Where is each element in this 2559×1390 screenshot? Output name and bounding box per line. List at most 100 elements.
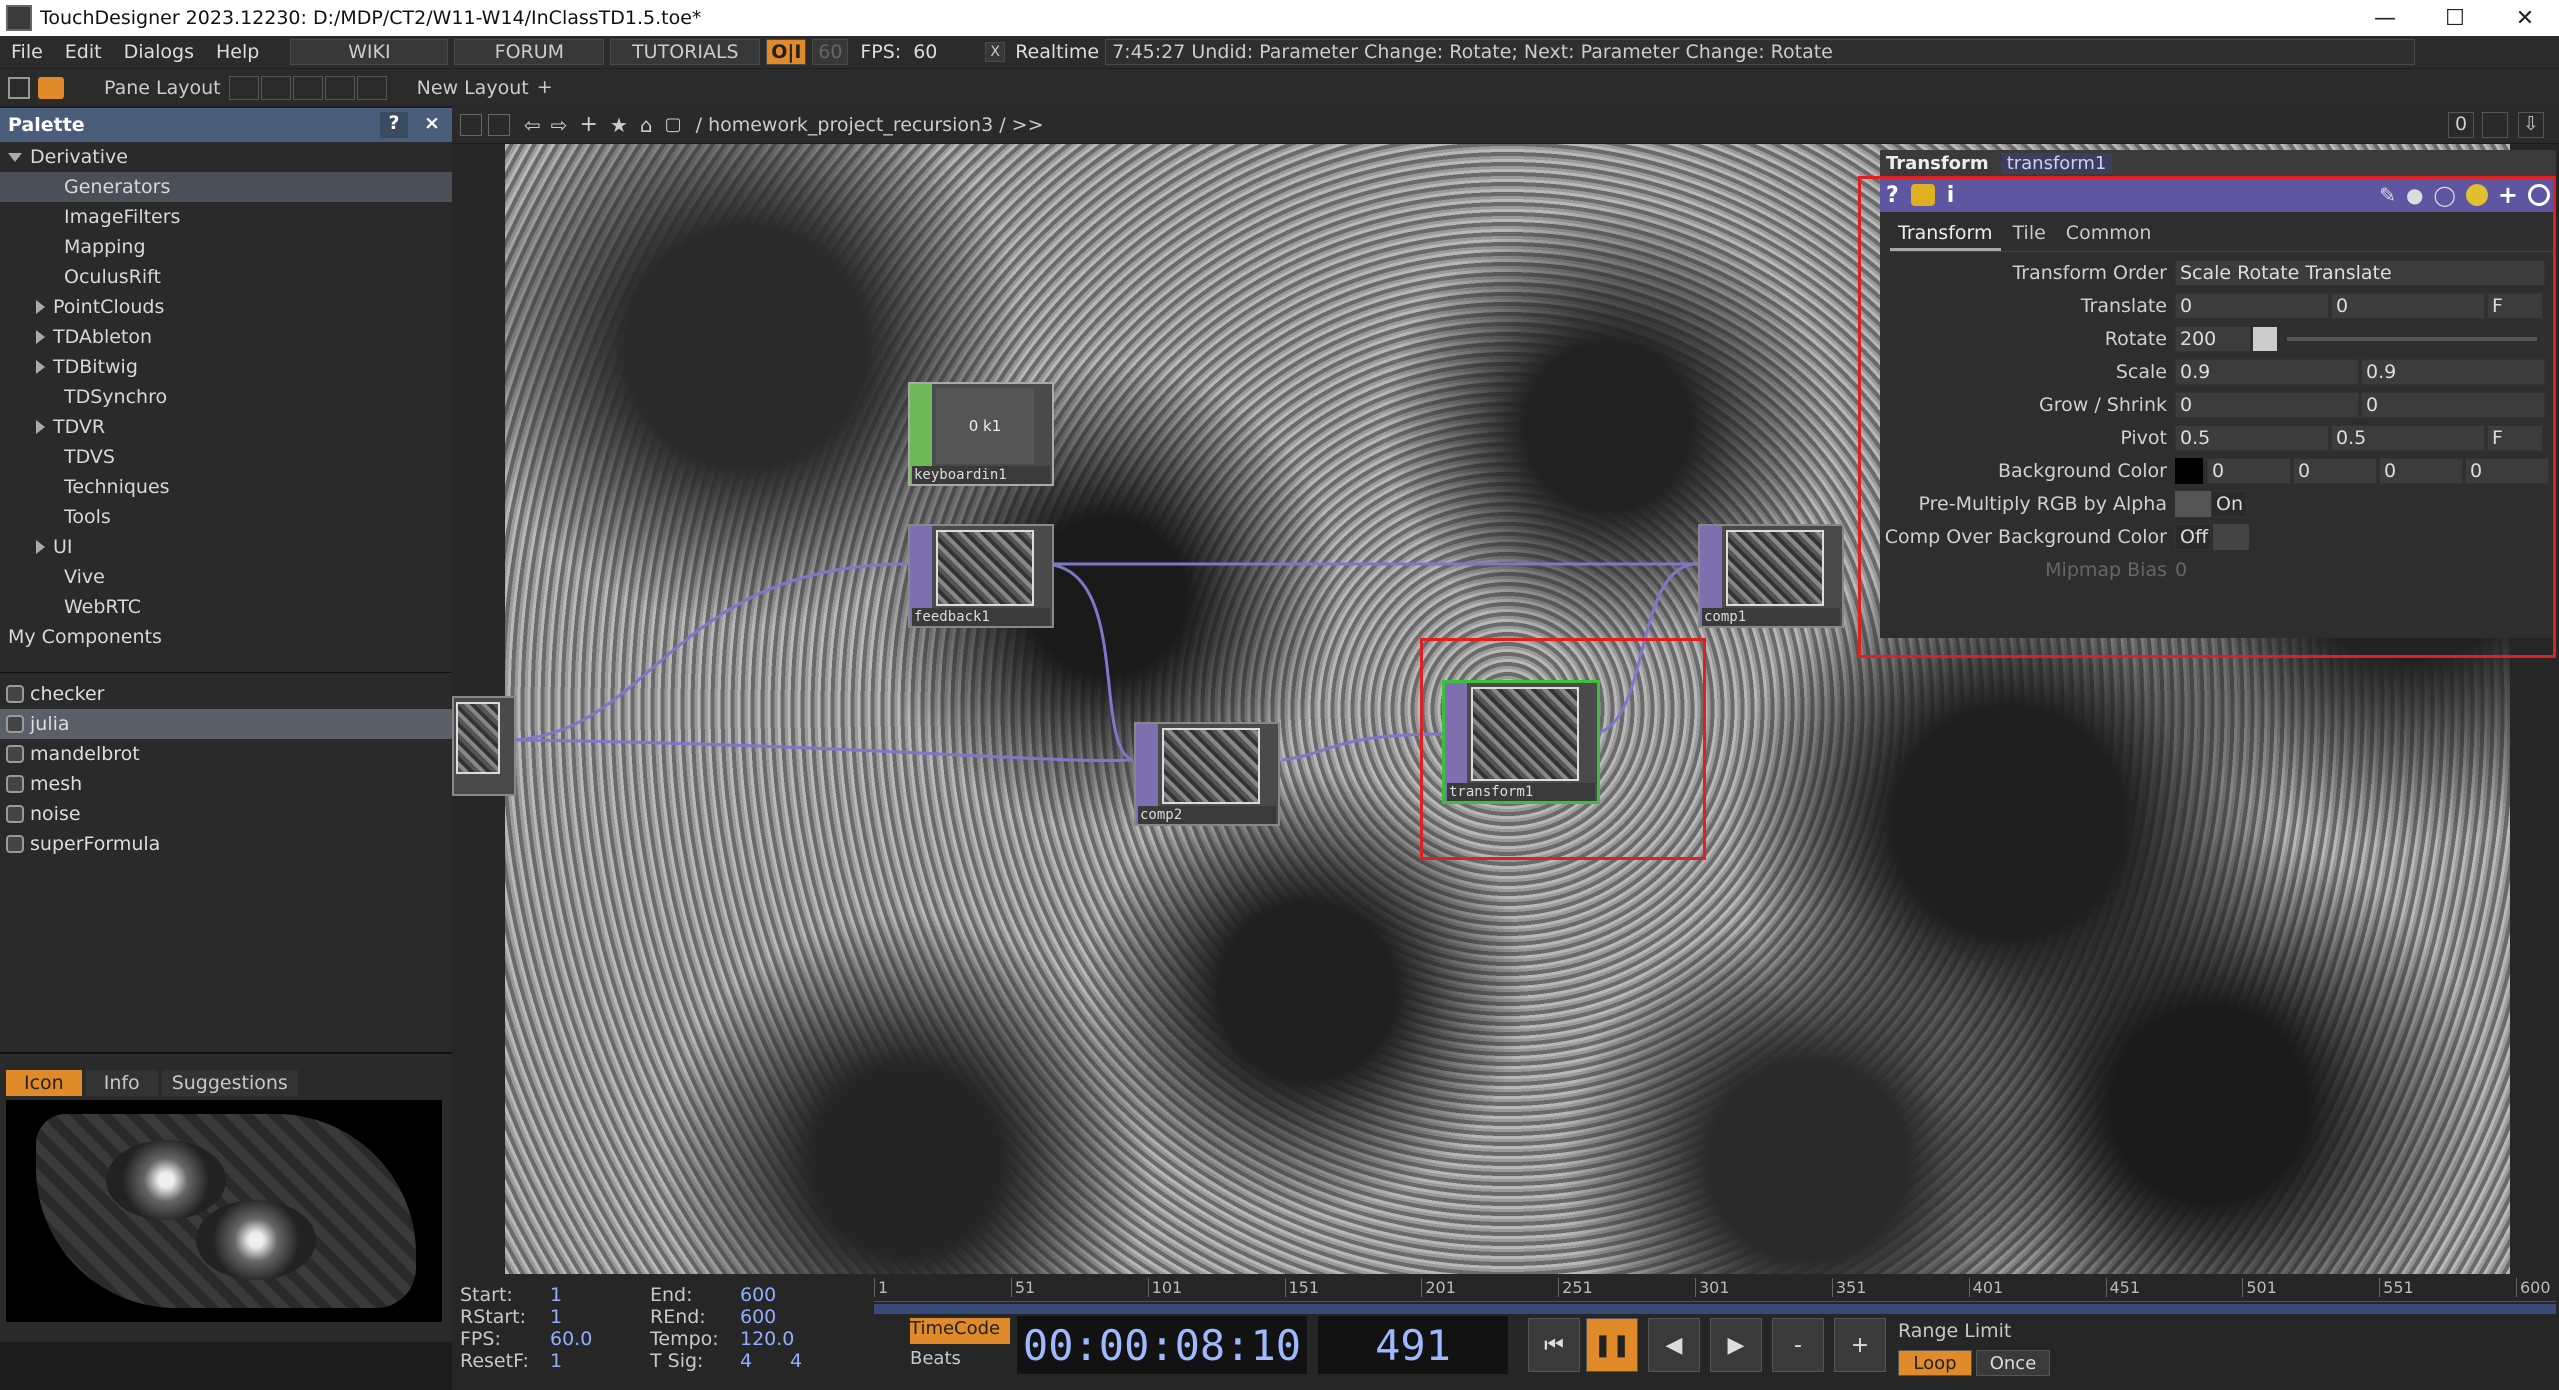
stop-icon[interactable]	[488, 113, 510, 136]
home-icon[interactable]: ⌂	[640, 113, 653, 137]
frame-display[interactable]: 491	[1318, 1316, 1508, 1374]
step-forward-button[interactable]: ▶	[1710, 1318, 1762, 1372]
start-value[interactable]: 1	[550, 1284, 650, 1306]
expand-arrow-icon[interactable]	[36, 420, 45, 434]
component-superformula[interactable]: superFormula	[0, 829, 452, 859]
palette-item-vive[interactable]: Vive	[0, 562, 452, 592]
palette-item-tools[interactable]: Tools	[0, 502, 452, 532]
palette-close-button[interactable]: ×	[418, 112, 446, 138]
palette-item-mapping[interactable]: Mapping	[0, 232, 452, 262]
resetf-value[interactable]: 1	[550, 1350, 650, 1372]
wiki-button[interactable]: WIKI	[290, 39, 449, 65]
ruler-tick: 551	[2379, 1278, 2414, 1297]
network-path[interactable]: / homework_project_recursion3 / >>	[696, 114, 1044, 136]
expand-arrow-icon[interactable]	[36, 330, 45, 344]
menu-dialogs[interactable]: Dialogs	[113, 41, 205, 63]
param-op-name[interactable]: transform1	[2000, 152, 2113, 174]
realtime-checkbox[interactable]: X	[985, 42, 1006, 62]
layout-quad-icon[interactable]	[356, 75, 387, 100]
component-checker[interactable]: checker	[0, 679, 452, 709]
minimize-icon[interactable]: —	[2355, 0, 2415, 36]
end-value[interactable]: 600	[740, 1284, 776, 1306]
expand-arrow-icon[interactable]	[36, 300, 45, 314]
component-mandelbrot[interactable]: mandelbrot	[0, 739, 452, 769]
component-julia[interactable]: julia	[0, 709, 452, 739]
view-icon[interactable]: ▢	[665, 114, 682, 135]
tab-info[interactable]: Info	[85, 1070, 158, 1096]
maximize-icon[interactable]: ☐	[2425, 0, 2485, 36]
collapse-arrow-icon[interactable]	[8, 152, 22, 162]
once-button[interactable]: Once	[1976, 1350, 2050, 1376]
add-op-icon[interactable]: +	[580, 112, 598, 137]
tempo-value[interactable]: 120.0	[740, 1328, 794, 1350]
rstart-value[interactable]: 1	[550, 1306, 650, 1328]
palette-item-label: Derivative	[30, 146, 128, 168]
network-zero-button[interactable]: 0	[2448, 112, 2474, 138]
feedback1-node[interactable]: feedback1	[908, 524, 1054, 628]
timeline-range-bar[interactable]	[874, 1304, 2556, 1314]
close-window-icon[interactable]: ✕	[2495, 0, 2555, 36]
tab-suggestions[interactable]: Suggestions	[161, 1070, 298, 1096]
palette-item-ui[interactable]: UI	[0, 532, 452, 562]
menu-file[interactable]: File	[0, 41, 54, 63]
component-mesh[interactable]: mesh	[0, 769, 452, 799]
palette-item-derivative[interactable]: Derivative	[0, 142, 452, 172]
keyboardin1-node[interactable]: 0 k1 keyboardin1	[908, 382, 1054, 486]
download-icon[interactable]: ⇩	[2518, 112, 2544, 138]
palette-item-my-components[interactable]: My Components	[0, 622, 452, 652]
layout-triple-icon[interactable]	[324, 75, 355, 100]
tsig-den[interactable]: 4	[790, 1350, 802, 1372]
fps-label: FPS:	[860, 41, 902, 63]
layout-split-v-icon[interactable]	[260, 75, 291, 100]
palette-item-oculusrift[interactable]: OculusRift	[0, 262, 452, 292]
bookmark-icon[interactable]: ★	[610, 113, 628, 137]
palette-item-tdbitwig[interactable]: TDBitwig	[0, 352, 452, 382]
component-noise[interactable]: noise	[0, 799, 452, 829]
step-back-button[interactable]: ◀	[1648, 1318, 1700, 1372]
expand-arrow-icon[interactable]	[36, 540, 45, 554]
palette-title: Palette	[8, 114, 85, 136]
pane-icon[interactable]	[8, 76, 30, 99]
back-icon[interactable]: ⇦	[524, 113, 541, 137]
palette-item-tdsynchro[interactable]: TDSynchro	[0, 382, 452, 412]
loop-button[interactable]: Loop	[1898, 1350, 1972, 1376]
timeline-ruler[interactable]: 1 51 101 151 201 251 301 351 401 451 501 551 600	[874, 1276, 2556, 1302]
perform-icon[interactable]	[38, 76, 64, 99]
palette-item-generators[interactable]: Generators	[0, 172, 452, 202]
tsig-num[interactable]: 4	[740, 1350, 790, 1372]
layout-single-icon[interactable]	[228, 75, 259, 100]
menu-dropdown-icon[interactable]	[460, 113, 482, 136]
fps-limit-button[interactable]: 60	[812, 39, 849, 65]
comp2-node[interactable]: comp2	[1134, 722, 1280, 826]
forum-button[interactable]: FORUM	[454, 39, 605, 65]
palette-item-webrtc[interactable]: WebRTC	[0, 592, 452, 622]
palette-help-button[interactable]: ?	[380, 112, 408, 138]
zoom-in-button[interactable]: +	[1834, 1318, 1886, 1372]
menu-edit[interactable]: Edit	[54, 41, 113, 63]
julia-node[interactable]	[452, 696, 516, 796]
maximize-pane-icon[interactable]	[2482, 112, 2508, 138]
timecode-display[interactable]: 00:00:08:10	[1017, 1316, 1307, 1374]
tab-icon[interactable]: Icon	[6, 1070, 82, 1096]
new-layout-button[interactable]: +	[537, 76, 563, 100]
forward-icon[interactable]: ⇨	[551, 113, 568, 137]
palette-item-tdvr[interactable]: TDVR	[0, 412, 452, 442]
tutorials-button[interactable]: TUTORIALS	[610, 39, 761, 65]
palette-item-tdvs[interactable]: TDVS	[0, 442, 452, 472]
menu-help[interactable]: Help	[205, 41, 270, 63]
beats-button[interactable]: Beats	[910, 1348, 1010, 1374]
fps-t-value[interactable]: 60.0	[550, 1328, 650, 1350]
palette-item-techniques[interactable]: Techniques	[0, 472, 452, 502]
palette-item-pointclouds[interactable]: PointClouds	[0, 292, 452, 322]
palette-item-imagefilters[interactable]: ImageFilters	[0, 202, 452, 232]
layout-split-h-icon[interactable]	[292, 75, 323, 100]
palette-item-tdableton[interactable]: TDAbleton	[0, 322, 452, 352]
pause-button[interactable]: ❚❚	[1586, 1318, 1638, 1372]
zoom-out-button[interactable]: -	[1772, 1318, 1824, 1372]
expand-arrow-icon[interactable]	[36, 360, 45, 374]
rewind-button[interactable]: ⏮	[1528, 1318, 1580, 1372]
rend-value[interactable]: 600	[740, 1306, 776, 1328]
oi-button[interactable]: O|I	[766, 39, 807, 65]
timecode-button[interactable]: TimeCode	[910, 1318, 1010, 1344]
comp1-node[interactable]: comp1	[1698, 524, 1844, 628]
